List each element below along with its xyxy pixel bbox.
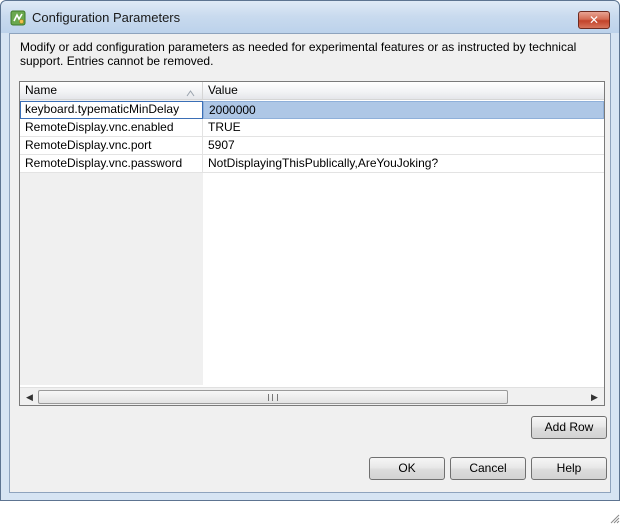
- row-value-cell[interactable]: 2000000: [203, 101, 604, 119]
- column-header-name-label: Name: [25, 83, 58, 97]
- row-value-text: 5907: [208, 138, 235, 152]
- parameters-table[interactable]: Name Value keyboard.typematicMinDelay 20…: [19, 81, 605, 406]
- close-icon: ✕: [588, 13, 600, 27]
- help-button[interactable]: Help: [531, 457, 607, 480]
- row-value-cell[interactable]: NotDisplayingThisPublically,AreYouJoking…: [203, 155, 604, 173]
- scroll-left-icon[interactable]: ◀: [21, 389, 38, 405]
- dialog-body: Modify or add configuration parameters a…: [9, 33, 620, 524]
- sort-ascending-icon: [186, 86, 195, 97]
- resize-grip-icon[interactable]: [608, 512, 620, 524]
- cancel-button[interactable]: Cancel: [450, 457, 526, 480]
- config-parameters-dialog: Configuration Parameters ✕ Modify or add…: [0, 0, 620, 524]
- table-row[interactable]: keyboard.typematicMinDelay 2000000: [20, 101, 604, 119]
- row-name-text: keyboard.typematicMinDelay: [25, 102, 180, 116]
- row-name-cell[interactable]: keyboard.typematicMinDelay: [20, 101, 203, 119]
- title-bar[interactable]: Configuration Parameters ✕: [1, 1, 619, 33]
- column-header-value[interactable]: Value: [203, 82, 604, 100]
- table-row[interactable]: RemoteDisplay.vnc.enabled TRUE: [20, 119, 604, 137]
- scroll-thumb[interactable]: [38, 390, 508, 404]
- table-row[interactable]: RemoteDisplay.vnc.password NotDisplaying…: [20, 155, 604, 173]
- close-button[interactable]: ✕: [578, 11, 610, 29]
- add-row-button[interactable]: Add Row: [531, 416, 607, 439]
- thumb-grip-icon: [268, 394, 278, 401]
- row-value-cell[interactable]: 5907: [203, 137, 604, 155]
- row-name-cell[interactable]: RemoteDisplay.vnc.enabled: [20, 119, 203, 137]
- row-name-cell[interactable]: RemoteDisplay.vnc.port: [20, 137, 203, 155]
- row-name-cell[interactable]: RemoteDisplay.vnc.password: [20, 155, 203, 173]
- ok-button[interactable]: OK: [369, 457, 445, 480]
- table-header: Name Value: [20, 82, 604, 100]
- scroll-right-icon[interactable]: ▶: [586, 389, 603, 405]
- dialog-title: Configuration Parameters: [32, 10, 181, 25]
- column-header-name[interactable]: Name: [20, 82, 203, 100]
- horizontal-scrollbar[interactable]: ◀ ▶: [20, 387, 604, 405]
- row-value-cell[interactable]: TRUE: [203, 119, 604, 137]
- row-value-text: NotDisplayingThisPublically,AreYouJoking…: [208, 156, 439, 170]
- row-name-text: RemoteDisplay.vnc.enabled: [25, 120, 174, 134]
- row-value-text: TRUE: [208, 120, 241, 134]
- column-header-value-label: Value: [208, 83, 238, 97]
- row-name-text: RemoteDisplay.vnc.password: [25, 156, 183, 170]
- row-name-text: RemoteDisplay.vnc.port: [25, 138, 152, 152]
- vsphere-config-icon: [10, 10, 26, 26]
- table-row[interactable]: RemoteDisplay.vnc.port 5907: [20, 137, 604, 155]
- row-value-text: 2000000: [209, 103, 256, 117]
- instructions-text: Modify or add configuration parameters a…: [20, 40, 577, 68]
